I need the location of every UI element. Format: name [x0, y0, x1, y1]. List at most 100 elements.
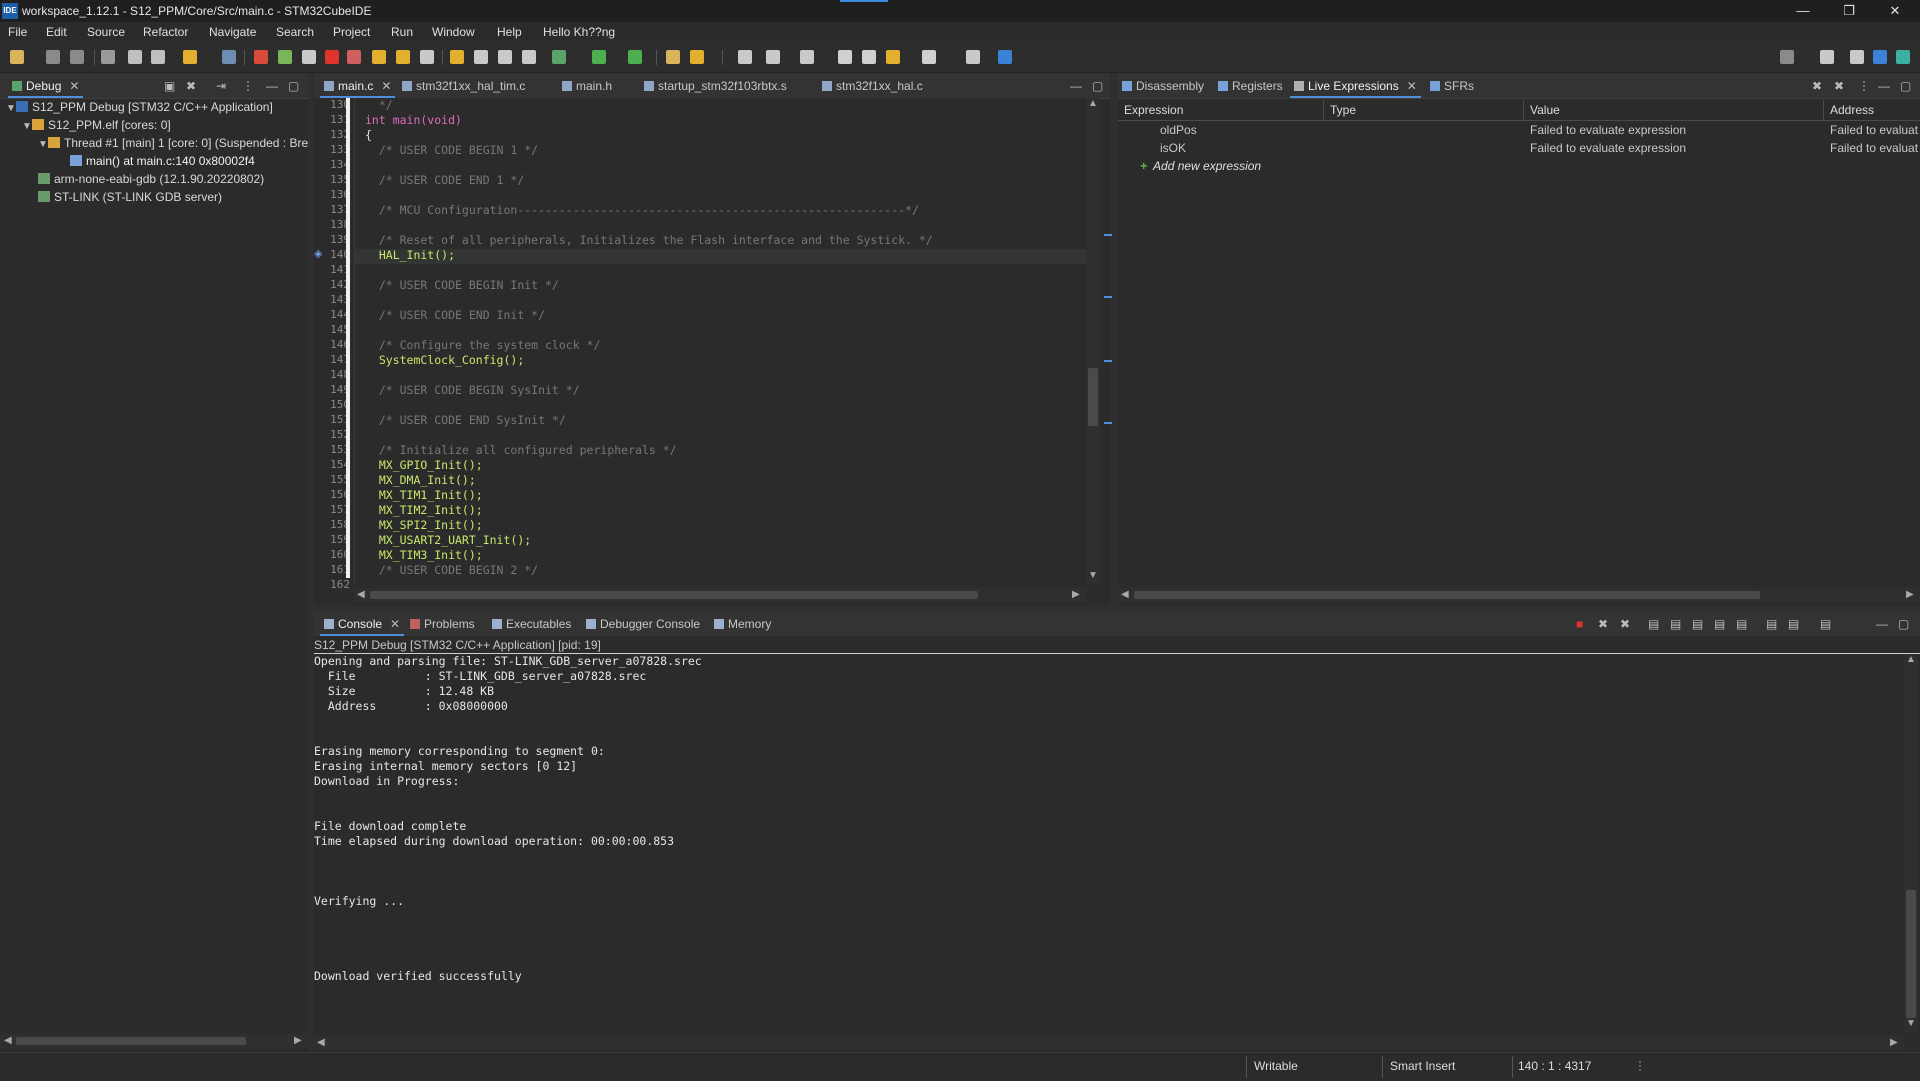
- next-annotation-icon[interactable]: [766, 50, 780, 64]
- display-console-icon[interactable]: ▤: [1766, 617, 1777, 631]
- menu-hello[interactable]: Hello Kh??ng: [543, 25, 615, 39]
- expressions-hscroll[interactable]: ◀ ▶: [1118, 588, 1920, 602]
- tree-launch[interactable]: ▼ S12_PPM Debug [STM32 C/C++ Application]: [6, 98, 273, 116]
- view-menu-icon[interactable]: ⋮: [242, 79, 254, 93]
- maximize-view-icon[interactable]: ▢: [288, 79, 299, 93]
- tab-debugger-console[interactable]: Debugger Console: [586, 612, 700, 636]
- minimize-view-icon[interactable]: —: [1876, 617, 1888, 631]
- tab-main-h[interactable]: main.h: [562, 74, 612, 98]
- expression-name[interactable]: oldPos: [1160, 123, 1197, 137]
- debug-config-icon[interactable]: [183, 50, 197, 64]
- close-icon[interactable]: ✕: [69, 74, 79, 98]
- open-perspective-icon[interactable]: [1820, 50, 1834, 64]
- tab-main-c[interactable]: main.c ✕: [320, 74, 396, 98]
- status-cursor-position[interactable]: 140 : 1 : 4317: [1518, 1059, 1591, 1073]
- info-icon[interactable]: [998, 50, 1012, 64]
- remove-expression-icon[interactable]: ✖: [1812, 79, 1822, 93]
- editor-vscroll[interactable]: ▲ ▼: [1086, 98, 1100, 583]
- menu-help[interactable]: Help: [497, 25, 522, 39]
- tab-live-expressions[interactable]: Live Expressions ✕: [1290, 74, 1421, 98]
- prev-annotation-icon[interactable]: [800, 50, 814, 64]
- cpp-perspective-icon[interactable]: [1850, 50, 1864, 64]
- console-hscroll[interactable]: ◀ ▶: [314, 1036, 1904, 1050]
- editor-hscroll[interactable]: ◀ ▶: [354, 588, 1086, 602]
- menu-project[interactable]: Project: [333, 25, 370, 39]
- remove-all-launches-icon[interactable]: ✖: [1620, 617, 1630, 631]
- external-tools-icon[interactable]: [628, 50, 642, 64]
- reset-icon[interactable]: [498, 50, 512, 64]
- new-console-icon[interactable]: ▤: [1788, 617, 1799, 631]
- tab-console[interactable]: Console ✕: [320, 612, 405, 636]
- close-icon[interactable]: ✕: [1407, 74, 1417, 98]
- view-menu-icon[interactable]: ⋮: [1858, 79, 1870, 93]
- terminate-icon[interactable]: ■: [1576, 617, 1583, 631]
- menu-file[interactable]: File: [8, 25, 27, 39]
- minimize-view-icon[interactable]: —: [1878, 79, 1890, 93]
- step-return-icon[interactable]: [420, 50, 434, 64]
- maximize-view-icon[interactable]: ▢: [1898, 617, 1909, 631]
- tab-debug[interactable]: Debug ✕: [8, 74, 84, 98]
- step-mode-icon[interactable]: ⇥: [216, 79, 226, 93]
- maximize-view-icon[interactable]: ▢: [1900, 79, 1911, 93]
- open-console-icon[interactable]: [966, 50, 980, 64]
- tab-hal-tim[interactable]: stm32f1xx_hal_tim.c: [402, 74, 525, 98]
- undo-icon[interactable]: [128, 50, 142, 64]
- skip-breakpoints-icon[interactable]: [222, 50, 236, 64]
- annotation-icon[interactable]: [738, 50, 752, 64]
- add-expression-row[interactable]: + Add new expression: [1140, 159, 1261, 173]
- search-tool-icon[interactable]: [690, 50, 704, 64]
- remove-all-expressions-icon[interactable]: ✖: [1834, 79, 1844, 93]
- console-output[interactable]: Opening and parsing file: ST-LINK_GDB_se…: [314, 654, 1904, 1032]
- save-all-icon[interactable]: [70, 50, 84, 64]
- run-icon[interactable]: [592, 50, 606, 64]
- col-address[interactable]: Address: [1824, 100, 1920, 120]
- tree-gdb[interactable]: arm-none-eabi-gdb (12.1.90.20220802): [38, 170, 264, 188]
- minimize-view-icon[interactable]: —: [1070, 79, 1082, 93]
- step-into-icon[interactable]: [372, 50, 386, 64]
- open-console-icon[interactable]: ▤: [1820, 617, 1831, 631]
- menu-edit[interactable]: Edit: [46, 25, 67, 39]
- mx-perspective-icon[interactable]: [1873, 50, 1887, 64]
- run-to-line-icon[interactable]: [450, 50, 464, 64]
- tab-sfrs[interactable]: SFRs: [1430, 74, 1474, 98]
- tree-stlink[interactable]: ST-LINK (ST-LINK GDB server): [38, 188, 222, 206]
- show-stdout-icon[interactable]: ▤: [1714, 617, 1725, 631]
- tab-startup[interactable]: startup_stm32f103rbtx.s: [644, 74, 787, 98]
- menu-window[interactable]: Window: [432, 25, 475, 39]
- col-value[interactable]: Value: [1524, 100, 1824, 120]
- tab-registers[interactable]: Registers: [1218, 74, 1283, 98]
- tree-elf[interactable]: ▼ S12_PPM.elf [cores: 0]: [22, 116, 171, 134]
- open-type-icon[interactable]: [666, 50, 680, 64]
- pin-console-icon[interactable]: ▤: [1736, 617, 1747, 631]
- back-icon[interactable]: [886, 50, 900, 64]
- remove-breakpoints-icon[interactable]: [254, 50, 268, 64]
- new-icon[interactable]: [10, 50, 24, 64]
- minimize-button[interactable]: —: [1780, 0, 1826, 22]
- close-icon[interactable]: ✕: [390, 612, 400, 636]
- menu-refactor[interactable]: Refactor: [143, 25, 188, 39]
- console-vscroll[interactable]: ▲ ▼: [1904, 654, 1918, 1032]
- redo-icon[interactable]: [151, 50, 165, 64]
- instruction-step-icon[interactable]: [474, 50, 488, 64]
- menu-run[interactable]: Run: [391, 25, 413, 39]
- step-over-icon[interactable]: [396, 50, 410, 64]
- search-icon[interactable]: [1780, 50, 1794, 64]
- tab-memory[interactable]: Memory: [714, 612, 771, 636]
- menu-search[interactable]: Search: [276, 25, 314, 39]
- tree-thread[interactable]: ▼ Thread #1 [main] 1 [core: 0] (Suspended…: [38, 134, 308, 152]
- remove-launch-icon[interactable]: ✖: [1598, 617, 1608, 631]
- terminate-icon[interactable]: [325, 50, 339, 64]
- expression-name[interactable]: isOK: [1160, 141, 1186, 155]
- maximize-button[interactable]: ❐: [1826, 0, 1872, 22]
- remove-terminated-icon[interactable]: ▣: [164, 79, 175, 93]
- tab-problems[interactable]: Problems: [410, 612, 475, 636]
- resume-icon[interactable]: [278, 50, 292, 64]
- menu-source[interactable]: Source: [87, 25, 125, 39]
- close-window-button[interactable]: ✕: [1872, 0, 1918, 22]
- debug-run-icon[interactable]: [552, 50, 566, 64]
- col-type[interactable]: Type: [1324, 100, 1524, 120]
- clear-console-icon[interactable]: ▤: [1648, 617, 1659, 631]
- disconnect-icon[interactable]: [347, 50, 361, 64]
- close-icon[interactable]: ✕: [381, 74, 391, 98]
- scroll-lock-icon[interactable]: ▤: [1670, 617, 1681, 631]
